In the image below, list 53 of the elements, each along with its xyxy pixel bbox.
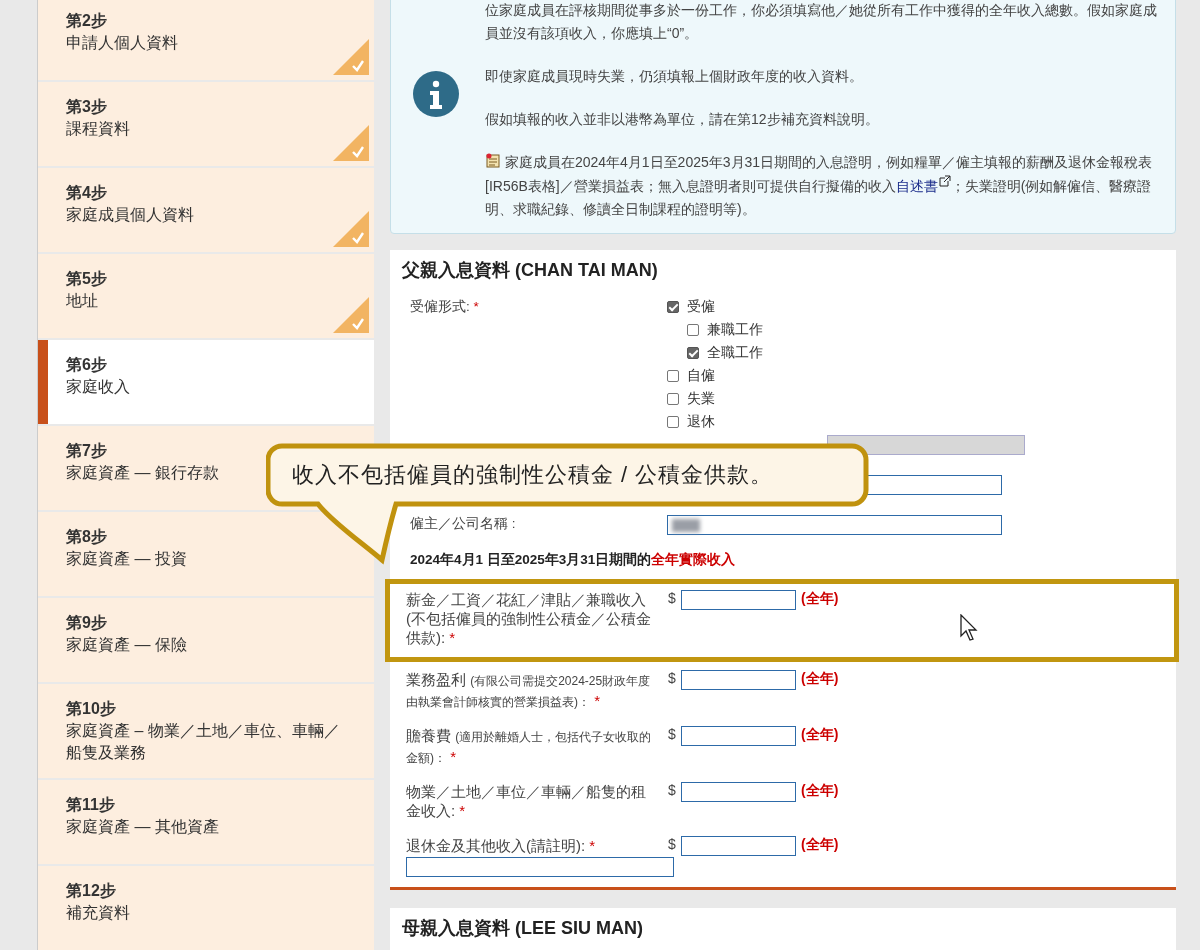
amount-field[interactable] [681, 836, 796, 856]
currency-sign: $ [668, 726, 677, 742]
step-item[interactable]: 第10步 家庭資產 – 物業／土地／車位、車輛／船隻及業務 [38, 684, 374, 778]
field-label: 受僱形式: * [410, 298, 480, 316]
step-item[interactable]: 第6步 家庭收入 [38, 340, 374, 424]
amount-field[interactable] [681, 782, 796, 802]
period-label: (全年) [801, 590, 839, 608]
currency-sign: $ [668, 782, 677, 798]
field-label: 退休金及其他收入(請註明): * [406, 836, 597, 855]
section-title: 父親入息資料 (CHAN TAI MAN) [402, 259, 659, 282]
field-label: 贍養費 (適用於離婚人士，包括代子女收取的金額)： * [406, 726, 652, 767]
period-heading: 2024年4月1 日至2025年3月31日期間的全年實際收入 [409, 551, 737, 569]
period-label: (全年) [801, 836, 839, 854]
field-label: 業務盈利 (有限公司需提交2024-25財政年度由執業會計師核實的營業損益表)： * [406, 670, 652, 711]
field-label: 薪金／工資／花紅／津貼／兼職收入 (不包括僱員的強制性公積金／公積金供款): * [406, 590, 652, 647]
mouse-cursor-icon [960, 614, 980, 644]
field-label: 物業／土地／車位／車輛／船隻的租金收入: * [406, 782, 647, 820]
checkbox-option[interactable]: 退休 [667, 413, 763, 431]
link[interactable]: 自述書 [895, 178, 938, 194]
checkbox-option[interactable]: 失業 [667, 390, 763, 408]
period-label: (全年) [801, 670, 839, 688]
currency-sign: $ [668, 590, 677, 606]
step-item[interactable]: 第11步 家庭資產 — 其他資產 [38, 780, 374, 864]
step-item[interactable]: 第8步 家庭資產 — 投資 [38, 512, 374, 596]
step-item[interactable]: 第9步 家庭資產 — 保險 [38, 598, 374, 682]
step-item[interactable]: 第5步 地址 [38, 254, 374, 338]
info-icon [413, 71, 459, 117]
amount-field[interactable] [681, 670, 796, 690]
period-label: (全年) [801, 782, 839, 800]
external-link-icon [937, 174, 951, 187]
field-label: 僱主／公司名稱 : [410, 515, 517, 533]
info-text: 假如填報的收入並非以港幣為單位，請在第12步補充資料說明。 [485, 110, 880, 129]
blurred-value [672, 518, 700, 532]
text-field[interactable] [406, 857, 674, 877]
section-title: 母親入息資料 (LEE SIU MAN) [402, 917, 644, 940]
text-field[interactable] [667, 515, 1002, 535]
checkbox-option[interactable]: 全職工作 [667, 344, 763, 362]
info-text: 位家庭成員在評核期間從事多於一份工作，你必須填寫他／她從所有工作中獲得的全年收入總數。假如家庭成員並沒有該項收入，你應填上“0”。 [485, 1, 1157, 43]
step-item[interactable]: 第2步 申請人個人資料 [38, 0, 374, 80]
currency-sign: $ [668, 836, 677, 852]
info-text: 家庭成員在2024年4月1日至2025年3月31日期間的入息證明，例如糧單／僱主填報的薪酬及退休金報稅表[IR56B表格]／營業損益表；無入息證明者則可提供自行擬備的收入 自述書 ；失業證明(例如解僱信、醫療證明、求職紀錄、修讀全日制課程的證明等)。 [485, 151, 1154, 219]
info-text: 即使家庭成員現時失業，仍須填報上個財政年度的收入資料。 [485, 67, 864, 86]
currency-sign: $ [668, 670, 677, 686]
checkbox-option[interactable]: 自僱 [667, 367, 763, 385]
checkbox-option[interactable]: 受僱 [667, 298, 763, 316]
checkbox-option[interactable]: 兼職工作 [667, 321, 763, 339]
amount-field[interactable] [681, 726, 796, 746]
step-item[interactable]: 第3步 課程資料 [38, 82, 374, 166]
step-item[interactable]: 第4步 家庭成員個人資料 [38, 168, 374, 252]
document-icon [485, 152, 501, 169]
amount-field[interactable] [681, 590, 796, 610]
period-label: (全年) [801, 726, 839, 744]
step-item[interactable]: 第12步 補充資料 [38, 866, 374, 950]
